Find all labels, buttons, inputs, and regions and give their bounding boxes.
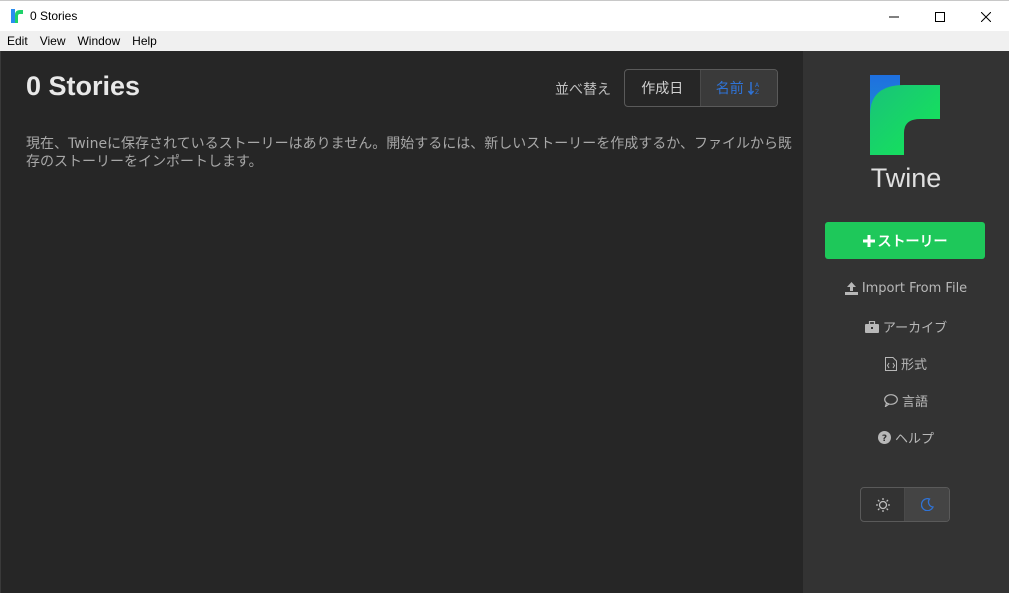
svg-text:A: A [755,82,760,89]
plus-icon [862,234,875,247]
menu-bar: Edit View Window Help [0,31,1009,51]
moon-icon [920,498,934,511]
menu-view[interactable]: View [36,34,70,48]
close-icon [981,11,991,22]
sort-by-name-button[interactable]: 名前 A Z [700,70,777,106]
window-title: 0 Stories [30,9,78,23]
format-label: 形式 [900,358,927,373]
title-bar: 0 Stories [0,0,1009,31]
light-theme-button[interactable] [861,488,906,521]
briefcase-icon [864,320,879,333]
twine-app-icon [11,9,23,23]
archive-link[interactable]: アーカイブ [803,317,1009,336]
page-title: 0 Stories [26,71,141,101]
upload-icon [844,282,858,295]
brand-name: Twine [870,163,942,193]
twine-logo [870,75,940,155]
svg-text:?: ? [882,434,887,444]
sort-by-date-button[interactable]: 作成日 [625,70,701,106]
new-story-button[interactable]: ストーリー [825,222,985,259]
import-label: Import From File [861,281,968,296]
sort-toggle-group: 作成日 名前 A Z [624,69,778,107]
help-link[interactable]: ? ヘルプ [803,428,1009,447]
minimize-icon [889,16,899,17]
language-label: 言語 [901,395,928,410]
maximize-icon [935,11,945,22]
new-story-label: ストーリー [877,233,948,250]
import-from-file-link[interactable]: Import From File [803,281,1009,296]
dark-theme-button[interactable] [905,488,949,521]
sort-by-name-label: 名前 [715,81,744,97]
menu-edit[interactable]: Edit [3,34,32,48]
sort-label: 並べ替え [555,82,611,98]
archive-label: アーカイブ [882,321,948,336]
language-link[interactable]: 言語 [803,391,1009,410]
maximize-button[interactable] [917,1,963,32]
help-label: ヘルプ [894,432,934,447]
question-circle-icon: ? [877,431,891,444]
theme-toggle-group [860,487,950,522]
svg-text:Z: Z [755,89,759,95]
sort-by-date-label: 作成日 [641,81,684,97]
sidebar: Twine ストーリー Import From File アーカイブ 形式 言語… [803,51,1009,593]
sun-icon [875,497,890,512]
empty-library-message: 現在、Twineに保存されているストーリーはありません。開始するには、新しいスト… [26,136,792,170]
menu-window[interactable]: Window [73,34,124,48]
comment-icon [884,394,898,407]
file-code-icon [884,356,897,371]
story-format-link[interactable]: 形式 [803,354,1009,373]
sort-alpha-icon: A Z [747,82,760,95]
story-library: 0 Stories 並べ替え 作成日 名前 A Z 現在、Twineに保存されて… [0,51,803,593]
close-button[interactable] [963,1,1009,32]
minimize-button[interactable] [871,1,917,32]
menu-help[interactable]: Help [128,34,161,48]
